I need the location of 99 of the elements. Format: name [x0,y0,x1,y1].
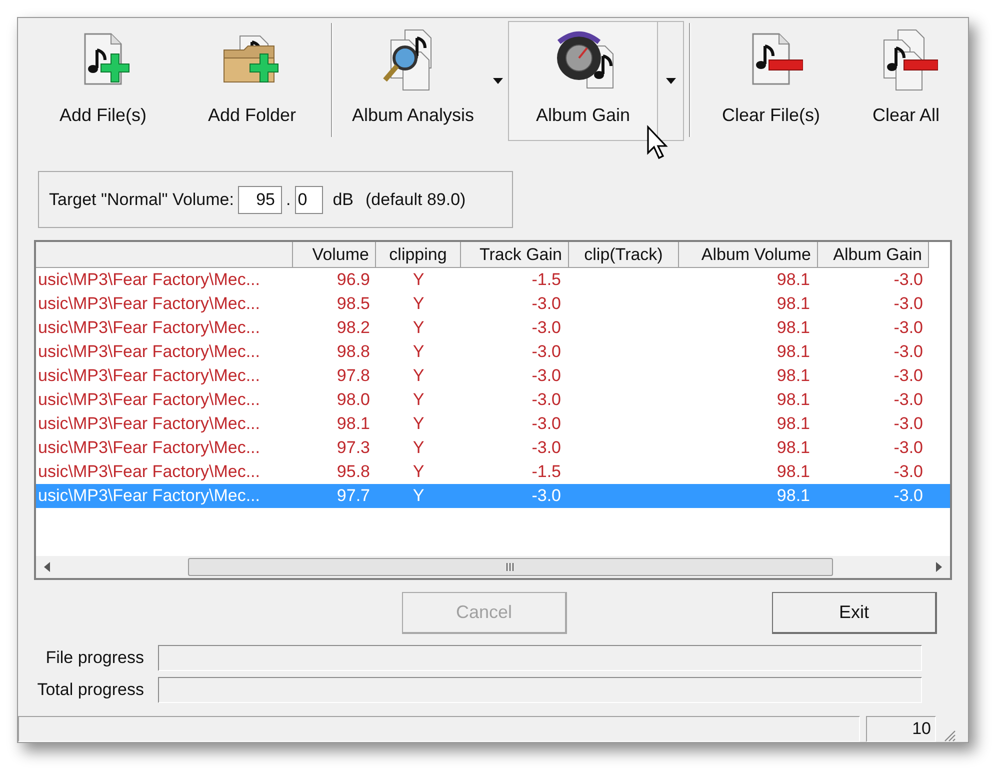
table-cell-text: usic\MP3\Fear Factory\Mec... [37,485,261,508]
toolbar-button[interactable]: Add Folder [178,21,326,141]
dropdown-arrow-icon [493,78,503,84]
table-cell-text: usic\MP3\Fear Factory\Mec... [37,437,261,460]
table-cell-text: -1.5 [530,461,562,484]
table-row[interactable]: usic\MP3\Fear Factory\Mec... 95.8 Y -1.5 98.1 -3.0 [36,460,950,484]
scroll-left-icon[interactable] [44,562,50,572]
table-cell-text: -3.0 [530,341,562,364]
table-cell-text: usic\MP3\Fear Factory\Mec... [37,317,261,340]
table-cell-text: 97.7 [336,485,371,508]
table-cell-text: 98.0 [336,389,371,412]
table-cell-text: Y [412,413,426,436]
table-cell-text: Y [412,293,426,316]
table-cell-text: 98.2 [336,317,371,340]
table-cell-text: -3.0 [530,389,562,412]
table-cell-text: 97.8 [336,365,371,388]
table-cell-text: Y [412,341,426,364]
table-cell-text: usic\MP3\Fear Factory\Mec... [37,413,261,436]
table-cell-text: -3.0 [892,461,924,484]
progress-label: Total progress [36,679,145,702]
exit-button[interactable]: Exit [772,592,937,634]
table-cell-text: usic\MP3\Fear Factory\Mec... [37,293,261,316]
decimal-point: . [286,188,291,211]
table-cell-text: -3.0 [892,317,924,340]
table-cell-text: 98.1 [776,293,811,316]
table-cell-text: Y [412,389,426,412]
table-row[interactable]: usic\MP3\Fear Factory\Mec... 96.9 Y -1.5 98.1 -3.0 [36,268,950,292]
table-cell-text: -3.0 [892,437,924,460]
table-cell-text: 95.8 [336,461,371,484]
column-header[interactable]: Volume [293,242,376,268]
table-cell-text: -3.0 [892,413,924,436]
table-row[interactable]: usic\MP3\Fear Factory\Mec... 98.1 Y -3.0 98.1 -3.0 [36,412,950,436]
table-cell-text: 98.1 [776,485,811,508]
table-row[interactable]: usic\MP3\Fear Factory\Mec... 98.5 Y -3.0 98.1 -3.0 [36,292,950,316]
table-cell-text: -3.0 [892,485,924,508]
table-cell-text: usic\MP3\Fear Factory\Mec... [37,269,261,292]
table-cell-text: Y [412,485,426,508]
column-header[interactable]: clip(Track) [569,242,679,268]
resize-grip-icon[interactable] [942,728,956,742]
table-cell-text: -3.0 [530,413,562,436]
scroll-right-icon[interactable] [936,562,942,572]
unit-label: dB [332,188,354,211]
table-cell-text: Y [412,317,426,340]
table-row[interactable]: usic\MP3\Fear Factory\Mec... 98.0 Y -3.0 98.1 -3.0 [36,388,950,412]
table-cell-text: Y [412,269,426,292]
table-cell-text: -3.0 [530,485,562,508]
table-cell-text: 98.1 [776,365,811,388]
table-cell-text: 98.1 [776,437,811,460]
table-cell-text: Y [412,437,426,460]
grip-icon [506,563,515,571]
file-count: 10 [866,716,936,742]
table-cell-text: -3.0 [530,293,562,316]
toolbar-button[interactable]: Album Analysis [338,21,488,141]
table-cell-text: -3.0 [892,293,924,316]
table-cell-text: 97.3 [336,437,371,460]
table-cell-text: -3.0 [530,437,562,460]
volume-label: Target "Normal" Volume: [49,188,234,211]
table-cell-text: 98.8 [336,341,371,364]
dropdown-button[interactable] [658,21,684,141]
table-cell-text: 98.1 [776,413,811,436]
table-cell-text: Y [412,461,426,484]
table-cell-text: Y [412,365,426,388]
table-row[interactable]: usic\MP3\Fear Factory\Mec... 98.8 Y -3.0 98.1 -3.0 [36,340,950,364]
toolbar-button[interactable]: Clear File(s) [696,21,846,141]
table-row[interactable]: usic\MP3\Fear Factory\Mec... 97.3 Y -3.0 98.1 -3.0 [36,436,950,460]
table-cell-text: 98.1 [776,341,811,364]
column-header[interactable]: Album Gain [818,242,929,268]
table-cell-text: 98.1 [776,389,811,412]
table-cell-text: 98.1 [776,461,811,484]
volume-decimal-field[interactable]: 0 [294,186,323,214]
table-cell-text: -3.0 [892,389,924,412]
table-cell-text: usic\MP3\Fear Factory\Mec... [37,341,261,364]
mouse-cursor-icon [646,125,670,161]
table-cell-text: 98.5 [336,293,371,316]
table-cell-text: -1.5 [530,269,562,292]
volume-integer-field[interactable]: 95 [238,186,282,214]
table-cell-text: usic\MP3\Fear Factory\Mec... [37,365,261,388]
table-row[interactable]: usic\MP3\Fear Factory\Mec... 98.2 Y -3.0 98.1 -3.0 [36,316,950,340]
table-cell-text: 96.9 [336,269,371,292]
column-header[interactable]: Album Volume [679,242,818,268]
table-cell-text: 98.1 [776,269,811,292]
progress-label: File progress [44,647,145,670]
table-cell-text: -3.0 [530,365,562,388]
column-header[interactable]: Track Gain [461,242,569,268]
column-header[interactable]: clipping [376,242,461,268]
toolbar-button[interactable]: Add File(s) [28,21,178,141]
table-cell-text: -3.0 [892,365,924,388]
toolbar-button[interactable]: Clear All [846,21,966,141]
dropdown-arrow-icon [666,78,676,84]
table-cell-text: -3.0 [530,317,562,340]
table-cell-text: -3.0 [892,341,924,364]
table-cell-text: -3.0 [892,269,924,292]
table-cell-text: 98.1 [776,317,811,340]
default-note: (default 89.0) [366,188,466,211]
table-row[interactable]: usic\MP3\Fear Factory\Mec... 97.8 Y -3.0 98.1 -3.0 [36,364,950,388]
table-cell-text: 98.1 [336,413,371,436]
table-cell-text: usic\MP3\Fear Factory\Mec... [37,389,261,412]
table-cell-text: usic\MP3\Fear Factory\Mec... [37,461,261,484]
toolbar-button[interactable]: Album Gain [508,21,658,141]
